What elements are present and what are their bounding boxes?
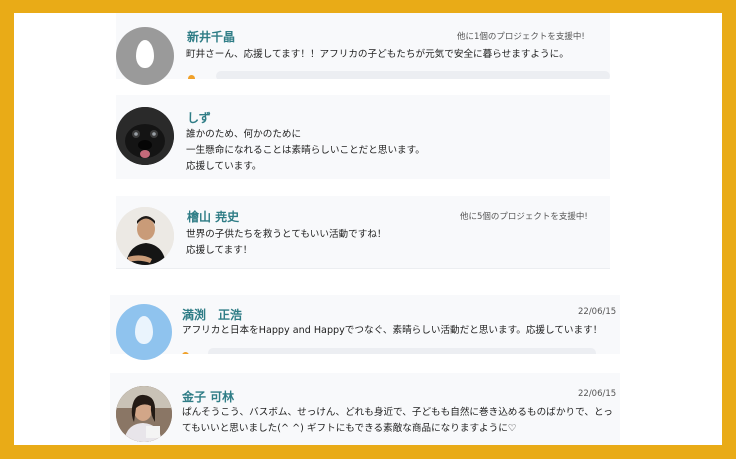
comment-line: ぱんそうこう、バスボム、せっけん、どれも身近で、子どもも自然に巻き込めるものばか… <box>182 407 613 418</box>
comment-line: てもいいと思いました(^ ^) ギフトにもできる素敵な商品になりますように♡ <box>182 423 517 434</box>
reply-bar[interactable] <box>216 71 610 79</box>
reply-bar[interactable] <box>208 348 596 354</box>
comment-line: 応援しています。 <box>186 161 262 172</box>
comment-line: 一生懸命になれることは素晴らしいことだと思います。 <box>186 145 425 156</box>
comments-panel: 新井千晶 他に1個のプロジェクトを支援中! 町井さーん、応援してます！！アフリカ… <box>14 13 722 445</box>
comment-line: アフリカと日本をHappy and Happyでつなぐ、素晴らしい活動だと思いま… <box>182 325 603 336</box>
default-avatar-icon[interactable] <box>116 304 172 360</box>
comment-text: 町井さーん、応援してます！！アフリカの子どもたちが元気で安全に暮らせますように。 <box>186 47 569 63</box>
comment-line: 誰かのため、何かのために <box>186 129 302 140</box>
commenter-name[interactable]: 檜山 尭史 <box>187 208 239 225</box>
comment-date: 22/06/15 <box>578 389 617 399</box>
comment-text: アフリカと日本をHappy and Happyでつなぐ、素晴らしい活動だと思いま… <box>182 323 602 339</box>
comment-line: 町井さーん、応援してます！！アフリカの子どもたちが元気で安全に暮らせますように。 <box>186 49 569 60</box>
dog-photo-avatar[interactable] <box>116 107 174 165</box>
commenter-name[interactable]: しず <box>187 109 211 126</box>
project-count-label: 他に1個のプロジェクトを支援中! <box>457 32 585 42</box>
comment-text: 世界の子供たちを救うとてもいい活動ですね！ 応援してます！ <box>186 227 387 259</box>
reaction-icon <box>188 75 195 79</box>
comment-line: 世界の子供たちを救うとてもいい活動ですね！ <box>186 229 387 240</box>
commenter-name[interactable]: 新井千晶 <box>187 28 235 45</box>
man-photo-avatar[interactable] <box>116 207 174 265</box>
comment-line: 応援してます！ <box>186 245 253 256</box>
reaction-icon <box>182 352 189 354</box>
default-avatar-icon[interactable] <box>116 27 174 85</box>
project-count-label: 他に5個のプロジェクトを支援中! <box>460 212 588 222</box>
commenter-name[interactable]: 満渕 正浩 <box>182 306 242 323</box>
commenter-name[interactable]: 金子 可林 <box>182 388 234 405</box>
comment-text: ぱんそうこう、バスボム、せっけん、どれも身近で、子どもも自然に巻き込めるものばか… <box>182 405 613 437</box>
comment-card <box>116 13 610 79</box>
comment-date: 22/06/15 <box>578 307 617 317</box>
comment-text: 誰かのため、何かのために 一生懸命になれることは素晴らしいことだと思います。 応… <box>186 127 425 175</box>
woman-photo-avatar[interactable] <box>116 386 172 442</box>
